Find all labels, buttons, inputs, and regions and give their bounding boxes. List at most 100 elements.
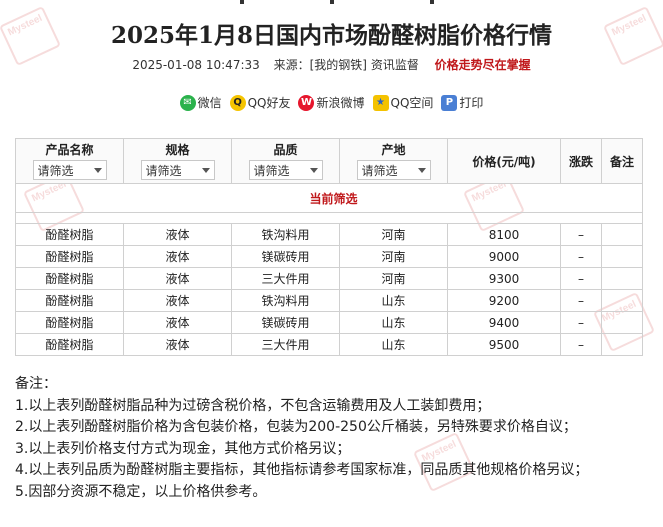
publish-datetime: 2025-01-08 10:47:33 <box>132 58 260 72</box>
cell-quality: 镁碳砖用 <box>231 311 340 334</box>
table-row: 酚醛树脂 液体 铁沟料用 山东 9200 – <box>15 289 643 312</box>
share-label: 新浪微博 <box>316 96 365 110</box>
share-weibo-button[interactable]: W 新浪微博 <box>298 94 365 111</box>
cell-origin: 河南 <box>339 267 448 290</box>
source-label: 来源： <box>273 58 310 72</box>
current-filter-row: 当前筛选 <box>15 183 643 213</box>
notes-section: 备注： 1.以上表列酚醛树脂品种为过磅含税价格，不包含运输费用及人工装卸费用； … <box>15 374 588 503</box>
cell-change: – <box>560 333 602 356</box>
column-price: 价格(元/吨) <box>447 138 561 184</box>
cell-origin: 山东 <box>339 311 448 334</box>
cell-spec: 液体 <box>123 311 232 334</box>
share-label: QQ空间 <box>390 96 434 110</box>
current-filter-label: 当前筛选 <box>15 183 643 213</box>
filter-placeholder: 请筛选 <box>253 163 290 178</box>
chevron-down-icon <box>417 167 426 173</box>
share-qq-button[interactable]: Q QQ好友 <box>229 94 291 111</box>
cell-spec: 液体 <box>123 289 232 312</box>
product-filter-select[interactable]: 请筛选 <box>32 160 107 180</box>
cell-product: 酚醛树脂 <box>15 223 124 246</box>
cell-change: – <box>560 267 602 290</box>
share-bar: ✉ 微信 Q QQ好友 W 新浪微博 ★ QQ空间 P 打印 <box>0 94 663 111</box>
share-qzone-button[interactable]: ★ QQ空间 <box>372 94 434 111</box>
cell-price: 9500 <box>447 333 561 356</box>
note-item: 5.因部分资源不稳定，以上价格供参考。 <box>15 483 267 500</box>
cell-change: – <box>560 245 602 268</box>
print-icon: P <box>441 94 458 111</box>
table-header-row: 产品名称 请筛选 规格 请筛选 品质 请筛选 产地 请筛选 价格(元/吨) 涨跌… <box>15 138 643 184</box>
page-title: 2025年1月8日国内市场酚醛树脂价格行情 <box>110 22 553 49</box>
share-wechat-button[interactable]: ✉ 微信 <box>179 94 222 111</box>
note-item: 2.以上表列酚醛树脂价格为含包装价格，包装为200-250公斤桶装，另特殊要求价… <box>15 419 577 435</box>
cell-price: 9300 <box>447 267 561 290</box>
share-label: 微信 <box>197 96 222 110</box>
note-item: 1.以上表列酚醛树脂品种为过磅含税价格，不包含运输费用及人工装卸费用； <box>15 397 491 414</box>
cell-product: 酚醛树脂 <box>15 245 124 268</box>
table-row: 酚醛树脂 液体 三大件用 河南 9300 – <box>15 267 643 290</box>
cell-change: – <box>560 311 602 334</box>
column-label: 产品名称 <box>45 143 94 157</box>
cell-spec: 液体 <box>123 333 232 356</box>
cell-origin: 山东 <box>339 289 448 312</box>
cell-remark <box>601 245 643 268</box>
qzone-icon: ★ <box>372 94 389 111</box>
filter-placeholder: 请筛选 <box>361 163 398 178</box>
source-name[interactable]: [我的钢铁] <box>310 58 367 72</box>
cell-change: – <box>560 289 602 312</box>
slogan-link[interactable]: 价格走势尽在掌握 <box>435 58 531 72</box>
top-edge-marks <box>220 0 460 4</box>
table-row: 酚醛树脂 液体 三大件用 山东 9500 – <box>15 333 643 356</box>
column-change: 涨跌 <box>560 138 602 184</box>
print-button[interactable]: P 打印 <box>441 94 483 111</box>
column-remark: 备注 <box>601 138 643 184</box>
source-tag: 资讯监督 <box>370 58 419 72</box>
column-label: 规格 <box>165 143 190 157</box>
cell-product: 酚醛树脂 <box>15 311 124 334</box>
spacer-row <box>15 212 643 224</box>
origin-filter-select[interactable]: 请筛选 <box>356 160 431 180</box>
notes-title: 备注： <box>15 376 57 392</box>
cell-product: 酚醛树脂 <box>15 267 124 290</box>
cell-origin: 河南 <box>339 223 448 246</box>
cell-remark <box>601 267 643 290</box>
chevron-down-icon <box>201 167 210 173</box>
share-label: QQ好友 <box>247 96 291 110</box>
table-row: 酚醛树脂 液体 镁碳砖用 山东 9400 – <box>15 311 643 334</box>
cell-quality: 铁沟料用 <box>231 289 340 312</box>
column-spec: 规格 请筛选 <box>123 138 232 184</box>
column-quality: 品质 请筛选 <box>231 138 340 184</box>
cell-price: 9200 <box>447 289 561 312</box>
cell-spec: 液体 <box>123 245 232 268</box>
table-row: 酚醛树脂 液体 铁沟料用 河南 8100 – <box>15 223 643 246</box>
spec-filter-select[interactable]: 请筛选 <box>140 160 215 180</box>
chevron-down-icon <box>93 167 102 173</box>
cell-change: – <box>560 223 602 246</box>
cell-spec: 液体 <box>123 223 232 246</box>
note-item: 3.以上表列价格支付方式为现金，其他方式价格另议； <box>15 440 351 457</box>
chevron-down-icon <box>309 167 318 173</box>
note-item: 4.以上表列品质为酚醛树脂主要指标，其他指标请参考国家标准，同品质其他规格价格另… <box>15 462 589 478</box>
cell-remark <box>601 289 643 312</box>
cell-price: 9000 <box>447 245 561 268</box>
cell-product: 酚醛树脂 <box>15 333 124 356</box>
price-table: 产品名称 请筛选 规格 请筛选 品质 请筛选 产地 请筛选 价格(元/吨) 涨跌… <box>15 138 643 356</box>
qq-icon: Q <box>229 94 246 111</box>
filter-placeholder: 请筛选 <box>37 163 74 178</box>
cell-product: 酚醛树脂 <box>15 289 124 312</box>
cell-quality: 镁碳砖用 <box>231 245 340 268</box>
quality-filter-select[interactable]: 请筛选 <box>248 160 323 180</box>
cell-price: 9400 <box>447 311 561 334</box>
cell-quality: 三大件用 <box>231 267 340 290</box>
cell-origin: 河南 <box>339 245 448 268</box>
article-meta: 2025-01-08 10:47:33 来源：[我的钢铁] 资讯监督 价格走势尽… <box>0 56 663 73</box>
column-label: 产地 <box>381 143 406 157</box>
cell-price: 8100 <box>447 223 561 246</box>
cell-quality: 铁沟料用 <box>231 223 340 246</box>
cell-remark <box>601 223 643 246</box>
cell-spec: 液体 <box>123 267 232 290</box>
column-product: 产品名称 请筛选 <box>15 138 124 184</box>
cell-origin: 山东 <box>339 333 448 356</box>
column-origin: 产地 请筛选 <box>339 138 448 184</box>
cell-quality: 三大件用 <box>231 333 340 356</box>
table-row: 酚醛树脂 液体 镁碳砖用 河南 9000 – <box>15 245 643 268</box>
